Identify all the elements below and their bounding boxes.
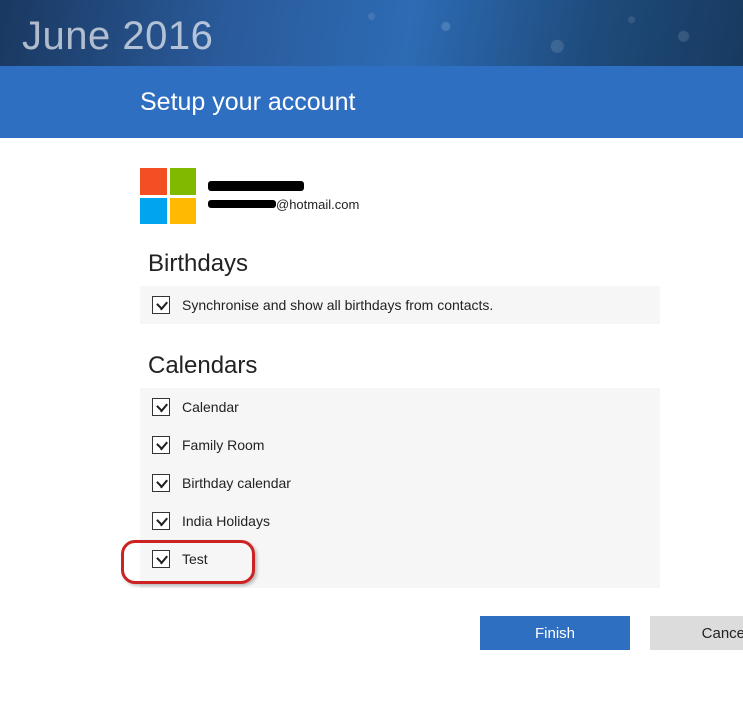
calendar-checkbox[interactable] <box>152 436 170 454</box>
calendar-checkbox[interactable] <box>152 550 170 568</box>
calendar-label: Test <box>182 551 208 567</box>
birthdays-section-title: Birthdays <box>148 250 743 278</box>
hero-banner: June 2016 <box>0 0 743 66</box>
calendar-row-birthday-calendar[interactable]: Birthday calendar <box>140 464 660 502</box>
finish-button[interactable]: Finish <box>480 616 630 650</box>
calendar-checkbox[interactable] <box>152 512 170 530</box>
calendar-row-family-room[interactable]: Family Room <box>140 426 660 464</box>
account-texts: @hotmail.com <box>208 181 359 212</box>
microsoft-logo-icon <box>140 168 196 224</box>
banner-title: Setup your account <box>140 88 355 117</box>
birthdays-sync-label: Synchronise and show all birthdays from … <box>182 297 493 313</box>
calendars-section-title: Calendars <box>148 352 743 380</box>
calendar-label: India Holidays <box>182 513 270 529</box>
calendar-row-india-holidays[interactable]: India Holidays <box>140 502 660 540</box>
button-bar: Finish Cancel <box>140 616 743 650</box>
birthdays-group: Synchronise and show all birthdays from … <box>140 286 660 324</box>
calendar-label: Calendar <box>182 399 239 415</box>
cancel-button[interactable]: Cancel <box>650 616 743 650</box>
calendars-group: Calendar Family Room Birthday calendar I… <box>140 388 660 588</box>
account-email-domain: @hotmail.com <box>276 197 359 212</box>
calendar-checkbox[interactable] <box>152 474 170 492</box>
account-email: @hotmail.com <box>208 197 359 212</box>
birthdays-sync-row[interactable]: Synchronise and show all birthdays from … <box>140 286 660 324</box>
calendar-row-calendar[interactable]: Calendar <box>140 388 660 426</box>
setup-banner: Setup your account <box>0 66 743 138</box>
calendar-row-test[interactable]: Test <box>140 540 660 578</box>
content-area: @hotmail.com Birthdays Synchronise and s… <box>0 138 743 650</box>
calendar-label: Family Room <box>182 437 264 453</box>
calendar-label: Birthday calendar <box>182 475 291 491</box>
account-name-redacted <box>208 181 304 191</box>
account-header: @hotmail.com <box>140 168 743 224</box>
account-email-local-redacted <box>208 200 276 208</box>
calendar-checkbox[interactable] <box>152 398 170 416</box>
birthdays-sync-checkbox[interactable] <box>152 296 170 314</box>
hero-title: June 2016 <box>22 14 213 59</box>
